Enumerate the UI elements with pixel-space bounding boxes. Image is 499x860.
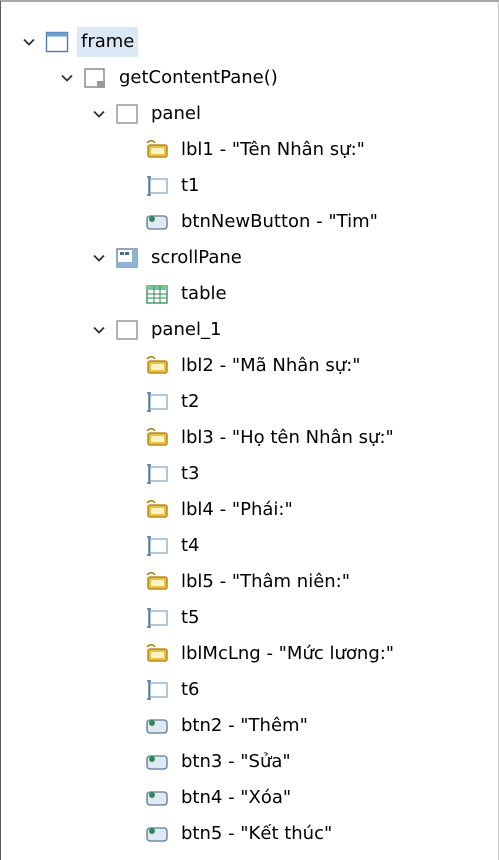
textfield-icon (145, 174, 169, 198)
tree-node-label: lbl5 - "Thâm niên:" (181, 571, 351, 592)
tree-node-t4[interactable]: t4 (1, 528, 498, 564)
tree-node-lbl2[interactable]: lbl2 - "Mã Nhân sự:" (1, 348, 498, 384)
panel-icon (115, 102, 139, 126)
button-icon (145, 750, 169, 774)
tree-node-label: panel_1 (151, 319, 222, 340)
tree-node-t3[interactable]: t3 (1, 456, 498, 492)
label-icon (145, 642, 169, 666)
tree-node-label: btnNewButton - "Tim" (181, 211, 378, 232)
frame-icon (45, 30, 69, 54)
tree-node-label: t5 (181, 607, 200, 628)
panel-icon (115, 318, 139, 342)
label-icon (145, 498, 169, 522)
tree-node-panel_1[interactable]: panel_1 (1, 312, 498, 348)
button-icon (145, 714, 169, 738)
scrollpane-icon (115, 246, 139, 270)
label-icon (145, 138, 169, 162)
tree-node-label: lbl2 - "Mã Nhân sự:" (181, 355, 361, 376)
chevron-down-icon[interactable] (19, 32, 39, 52)
tree-node-table[interactable]: table (1, 276, 498, 312)
chevron-down-icon[interactable] (89, 248, 109, 268)
tree-node-label: lblMcLng - "Mức lương:" (181, 643, 395, 664)
tree-node-panel[interactable]: panel (1, 96, 498, 132)
tree-node-btn5[interactable]: btn5 - "Kết thúc" (1, 816, 498, 852)
button-icon (145, 822, 169, 846)
tree-node-label: lbl3 - "Họ tên Nhân sự:" (181, 427, 394, 448)
button-icon (145, 786, 169, 810)
tree-node-label: scrollPane (151, 247, 242, 268)
tree-node-t5[interactable]: t5 (1, 600, 498, 636)
table-icon (145, 282, 169, 306)
tree-node-label: t2 (181, 391, 200, 412)
tree-node-lbl3[interactable]: lbl3 - "Họ tên Nhân sự:" (1, 420, 498, 456)
tree-node-label: btn5 - "Kết thúc" (181, 823, 333, 844)
tree-node-lbl5[interactable]: lbl5 - "Thâm niên:" (1, 564, 498, 600)
tree-node-label: lbl1 - "Tên Nhân sự:" (181, 139, 365, 160)
chevron-down-icon[interactable] (89, 104, 109, 124)
tree-node-label: t3 (181, 463, 200, 484)
tree-node-t6[interactable]: t6 (1, 672, 498, 708)
textfield-icon (145, 606, 169, 630)
tree-node-btn4[interactable]: btn4 - "Xóa" (1, 780, 498, 816)
tree-node-label: t4 (181, 535, 200, 556)
tree-node-label: frame (77, 27, 139, 57)
label-icon (145, 354, 169, 378)
textfield-icon (145, 534, 169, 558)
button-icon (145, 210, 169, 234)
tree-node-label: table (181, 283, 227, 304)
tree-node-lbl4[interactable]: lbl4 - "Phái:" (1, 492, 498, 528)
textfield-icon (145, 390, 169, 414)
tree-node-btnNewButton[interactable]: btnNewButton - "Tim" (1, 204, 498, 240)
tree-node-frame[interactable]: frame (1, 24, 498, 60)
label-icon (145, 570, 169, 594)
tree-node-label: lbl4 - "Phái:" (181, 499, 293, 520)
textfield-icon (145, 462, 169, 486)
tree-node-lbl1[interactable]: lbl1 - "Tên Nhân sự:" (1, 132, 498, 168)
component-tree: frame getContentPane() panel lbl1 - "Tên… (0, 0, 499, 860)
tree-node-label: t1 (181, 175, 200, 196)
content-pane-icon (83, 66, 107, 90)
tree-node-btn2[interactable]: btn2 - "Thêm" (1, 708, 498, 744)
chevron-down-icon[interactable] (89, 320, 109, 340)
tree-node-label: btn3 - "Sửa" (181, 751, 291, 772)
tree-node-content-pane[interactable]: getContentPane() (1, 60, 498, 96)
tree-node-scrollPane[interactable]: scrollPane (1, 240, 498, 276)
tree-node-label: panel (151, 103, 201, 124)
label-icon (145, 426, 169, 450)
tree-node-label: btn2 - "Thêm" (181, 715, 308, 736)
tree-node-label: btn4 - "Xóa" (181, 787, 292, 808)
textfield-icon (145, 678, 169, 702)
chevron-down-icon[interactable] (57, 68, 77, 88)
tree-node-btn3[interactable]: btn3 - "Sửa" (1, 744, 498, 780)
tree-node-t1[interactable]: t1 (1, 168, 498, 204)
tree-node-t2[interactable]: t2 (1, 384, 498, 420)
tree-node-label: getContentPane() (119, 67, 278, 88)
tree-node-label: t6 (181, 679, 200, 700)
tree-node-lblMcLng[interactable]: lblMcLng - "Mức lương:" (1, 636, 498, 672)
